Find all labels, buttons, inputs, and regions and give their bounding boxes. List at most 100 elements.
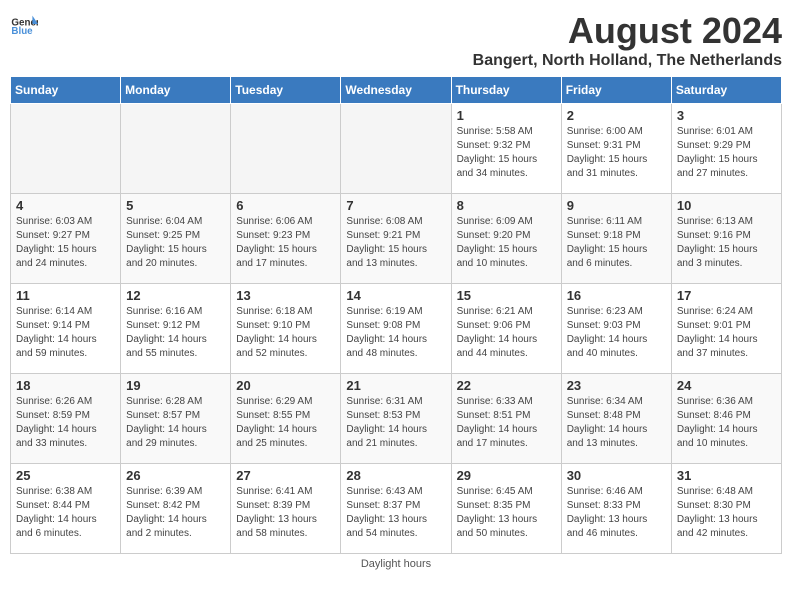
calendar-day-cell: 4Sunrise: 6:03 AMSunset: 9:27 PMDaylight… (11, 194, 121, 284)
day-info: Sunrise: 6:41 AMSunset: 8:39 PMDaylight:… (236, 485, 335, 541)
calendar-day-cell (341, 104, 451, 194)
day-info: Sunrise: 6:06 AMSunset: 9:23 PMDaylight:… (236, 215, 335, 271)
day-info: Sunrise: 6:34 AMSunset: 8:48 PMDaylight:… (567, 395, 666, 451)
calendar-day-cell: 18Sunrise: 6:26 AMSunset: 8:59 PMDayligh… (11, 374, 121, 464)
calendar-day-cell: 13 Sunrise: 6:18 AMSunset: 9:10 PMDayligh… (231, 284, 341, 374)
day-info: Sunrise: 6:01 AMSunset: 9:29 PMDaylight:… (677, 125, 776, 181)
day-number: 21 (346, 378, 445, 393)
footer-note: Daylight hours (10, 558, 782, 570)
day-info: Sunrise: 6:45 AMSunset: 8:35 PMDaylight:… (457, 485, 556, 541)
day-number: 12 (126, 288, 225, 303)
day-number: 11 (16, 288, 115, 303)
day-number: 4 (16, 198, 115, 213)
calendar-day-cell: 14 Sunrise: 6:19 AMSunset: 9:08 PMDayligh… (341, 284, 451, 374)
calendar-table: SundayMondayTuesdayWednesdayThursdayFrid… (10, 76, 782, 554)
day-info: Sunrise: 6:48 AMSunset: 8:30 PMDaylight:… (677, 485, 776, 541)
day-of-week-header: Tuesday (231, 77, 341, 104)
day-number: 17 (677, 288, 776, 303)
day-info: Sunrise: 6:19 AMSunset: 9:08 PMDaylight:… (346, 305, 445, 361)
day-number: 7 (346, 198, 445, 213)
day-number: 23 (567, 378, 666, 393)
day-of-week-header: Sunday (11, 77, 121, 104)
calendar-day-cell: 27 Sunrise: 6:41 AMSunset: 8:39 PMDayligh… (231, 464, 341, 554)
calendar-day-cell: 7Sunrise: 6:08 AMSunset: 9:21 PMDaylight… (341, 194, 451, 284)
svg-text:Blue: Blue (11, 26, 33, 37)
calendar-day-cell: 12Sunrise: 6:16 AMSunset: 9:12 PMDayligh… (121, 284, 231, 374)
day-info: Sunrise: 6:11 AMSunset: 9:18 PMDaylight:… (567, 215, 666, 271)
calendar-day-cell: 11 Sunrise: 6:14 AMSunset: 9:14 PMDayligh… (11, 284, 121, 374)
day-info: Sunrise: 6:04 AMSunset: 9:25 PMDaylight:… (126, 215, 225, 271)
day-number: 16 (567, 288, 666, 303)
calendar-day-cell: 22 Sunrise: 6:33 AMSunset: 8:51 PMDayligh… (451, 374, 561, 464)
day-number: 6 (236, 198, 335, 213)
logo: General Blue (10, 10, 38, 38)
day-number: 22 (457, 378, 556, 393)
calendar-day-cell: 24 Sunrise: 6:36 AMSunset: 8:46 PMDayligh… (671, 374, 781, 464)
header: General Blue August 2024 Bangert, North … (10, 10, 782, 70)
day-info: Sunrise: 6:23 AMSunset: 9:03 PMDaylight:… (567, 305, 666, 361)
day-info: Sunrise: 6:21 AMSunset: 9:06 PMDaylight:… (457, 305, 556, 361)
day-number: 15 (457, 288, 556, 303)
day-number: 26 (126, 468, 225, 483)
calendar-day-cell: 17 Sunrise: 6:24 AMSunset: 9:01 PMDayligh… (671, 284, 781, 374)
day-info: Sunrise: 6:46 AMSunset: 8:33 PMDaylight:… (567, 485, 666, 541)
day-number: 18 (16, 378, 115, 393)
calendar-day-cell: 6 Sunrise: 6:06 AMSunset: 9:23 PMDaylight… (231, 194, 341, 284)
day-info: Sunrise: 6:43 AMSunset: 8:37 PMDaylight:… (346, 485, 445, 541)
calendar-day-cell: 19 Sunrise: 6:28 AMSunset: 8:57 PMDayligh… (121, 374, 231, 464)
day-of-week-header: Monday (121, 77, 231, 104)
calendar-day-cell: 5 Sunrise: 6:04 AMSunset: 9:25 PMDaylight… (121, 194, 231, 284)
day-number: 1 (457, 108, 556, 123)
day-number: 25 (16, 468, 115, 483)
day-info: Sunrise: 6:14 AMSunset: 9:14 PMDaylight:… (16, 305, 115, 361)
day-number: 29 (457, 468, 556, 483)
calendar-day-cell: 8 Sunrise: 6:09 AMSunset: 9:20 PMDaylight… (451, 194, 561, 284)
calendar-day-cell: 25 Sunrise: 6:38 AMSunset: 8:44 PMDayligh… (11, 464, 121, 554)
day-number: 5 (126, 198, 225, 213)
day-info: Sunrise: 6:13 AMSunset: 9:16 PMDaylight:… (677, 215, 776, 271)
day-number: 31 (677, 468, 776, 483)
calendar-day-cell (121, 104, 231, 194)
day-info: Sunrise: 6:24 AMSunset: 9:01 PMDaylight:… (677, 305, 776, 361)
day-of-week-header: Thursday (451, 77, 561, 104)
day-info: Sunrise: 6:18 AMSunset: 9:10 PMDaylight:… (236, 305, 335, 361)
calendar-day-cell: 30Sunrise: 6:46 AMSunset: 8:33 PMDayligh… (561, 464, 671, 554)
day-info: Sunrise: 6:33 AMSunset: 8:51 PMDaylight:… (457, 395, 556, 451)
calendar-day-cell: 26Sunrise: 6:39 AMSunset: 8:42 PMDayligh… (121, 464, 231, 554)
calendar-week-row: 18Sunrise: 6:26 AMSunset: 8:59 PMDayligh… (11, 374, 782, 464)
day-info: Sunrise: 6:29 AMSunset: 8:55 PMDaylight:… (236, 395, 335, 451)
calendar-week-row: 25 Sunrise: 6:38 AMSunset: 8:44 PMDayligh… (11, 464, 782, 554)
day-number: 27 (236, 468, 335, 483)
calendar-week-row: 1 Sunrise: 5:58 AMSunset: 9:32 PMDaylight… (11, 104, 782, 194)
day-info: Sunrise: 6:28 AMSunset: 8:57 PMDaylight:… (126, 395, 225, 451)
title-area: August 2024 Bangert, North Holland, The … (473, 10, 782, 70)
calendar-day-cell: 3Sunrise: 6:01 AMSunset: 9:29 PMDaylight… (671, 104, 781, 194)
day-number: 19 (126, 378, 225, 393)
calendar-day-cell: 21 Sunrise: 6:31 AMSunset: 8:53 PMDayligh… (341, 374, 451, 464)
calendar-day-cell: 1 Sunrise: 5:58 AMSunset: 9:32 PMDaylight… (451, 104, 561, 194)
day-of-week-header: Friday (561, 77, 671, 104)
calendar-day-cell: 23 Sunrise: 6:34 AMSunset: 8:48 PMDayligh… (561, 374, 671, 464)
day-number: 2 (567, 108, 666, 123)
day-number: 9 (567, 198, 666, 213)
calendar-week-row: 11 Sunrise: 6:14 AMSunset: 9:14 PMDayligh… (11, 284, 782, 374)
calendar-day-cell (11, 104, 121, 194)
day-number: 13 (236, 288, 335, 303)
location-title: Bangert, North Holland, The Netherlands (473, 52, 782, 70)
day-info: Sunrise: 6:31 AMSunset: 8:53 PMDaylight:… (346, 395, 445, 451)
calendar-week-row: 4Sunrise: 6:03 AMSunset: 9:27 PMDaylight… (11, 194, 782, 284)
calendar-day-cell: 16 Sunrise: 6:23 AMSunset: 9:03 PMDayligh… (561, 284, 671, 374)
day-info: Sunrise: 6:09 AMSunset: 9:20 PMDaylight:… (457, 215, 556, 271)
calendar-day-cell: 31 Sunrise: 6:48 AMSunset: 8:30 PMDayligh… (671, 464, 781, 554)
calendar-day-cell: 29 Sunrise: 6:45 AMSunset: 8:35 PMDayligh… (451, 464, 561, 554)
day-number: 8 (457, 198, 556, 213)
day-info: Sunrise: 6:38 AMSunset: 8:44 PMDaylight:… (16, 485, 115, 541)
day-info: Sunrise: 6:36 AMSunset: 8:46 PMDaylight:… (677, 395, 776, 451)
day-of-week-header: Wednesday (341, 77, 451, 104)
day-number: 20 (236, 378, 335, 393)
day-info: Sunrise: 5:58 AMSunset: 9:32 PMDaylight:… (457, 125, 556, 181)
day-number: 14 (346, 288, 445, 303)
day-number: 24 (677, 378, 776, 393)
month-title: August 2024 (473, 10, 782, 52)
calendar-day-cell: 10Sunrise: 6:13 AMSunset: 9:16 PMDayligh… (671, 194, 781, 284)
